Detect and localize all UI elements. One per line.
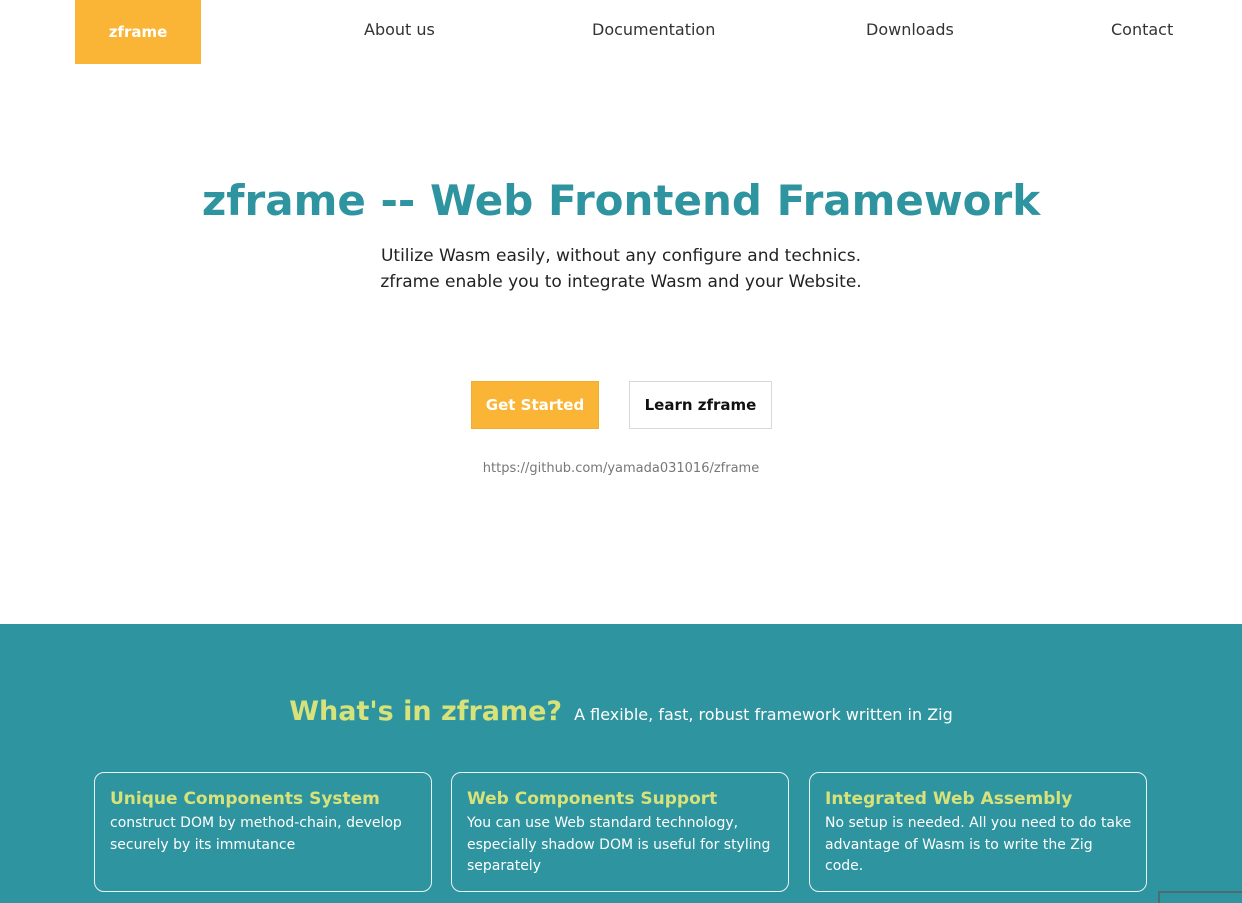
feature-card-components: Unique Components System construct DOM b…: [94, 772, 432, 892]
partial-overlay-corner: [1158, 891, 1242, 903]
hero-subtitle-line1: Utilize Wasm easily, without any configu…: [380, 246, 862, 266]
hero-title: zframe -- Web Frontend Framework: [201, 176, 1041, 225]
learn-zframe-button[interactable]: Learn zframe: [629, 381, 772, 429]
feature-card-text: You can use Web standard technology, esp…: [467, 815, 771, 874]
hero-subtitle-line2: zframe enable you to integrate Wasm and …: [380, 272, 862, 292]
feature-card-title: Web Components Support: [467, 789, 718, 809]
nav-link-documentation[interactable]: Documentation: [592, 20, 715, 39]
feature-card-text: No setup is needed. All you need to do t…: [825, 815, 1132, 874]
github-repo-link[interactable]: https://github.com/yamada031016/zframe: [0, 461, 1242, 476]
feature-card-web-components: Web Components Support You can use Web s…: [451, 772, 789, 892]
top-nav: zframe About us Documentation Downloads …: [0, 0, 1242, 64]
feature-card-wasm: Integrated Web Assembly No setup is need…: [809, 772, 1147, 892]
nav-link-about[interactable]: About us: [364, 20, 435, 39]
features-title: What's in zframe?: [289, 696, 563, 727]
feature-card-text: construct DOM by method-chain, develop s…: [110, 815, 402, 853]
get-started-button[interactable]: Get Started: [471, 381, 599, 429]
features-subtitle: A flexible, fast, robust framework writt…: [574, 705, 953, 724]
nav-link-contact[interactable]: Contact: [1111, 20, 1173, 39]
feature-card-title: Unique Components System: [110, 789, 380, 809]
nav-link-downloads[interactable]: Downloads: [866, 20, 954, 39]
features-section: What's in zframe? A flexible, fast, robus…: [0, 624, 1242, 903]
features-heading: What's in zframe? A flexible, fast, robus…: [0, 696, 1242, 727]
logo-link[interactable]: zframe: [75, 0, 201, 64]
feature-card-title: Integrated Web Assembly: [825, 789, 1073, 809]
